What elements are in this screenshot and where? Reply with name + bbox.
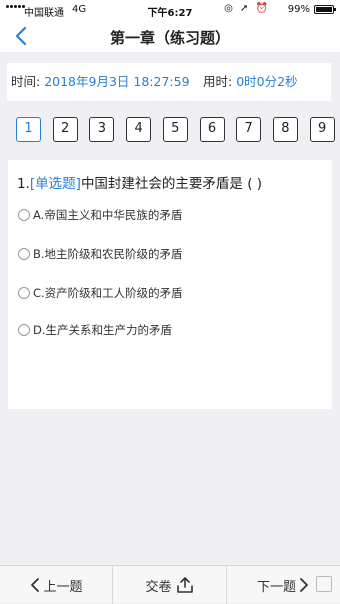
submit-label: 交卷 (145, 579, 172, 595)
question-number-button-3[interactable]: 3 (89, 117, 115, 142)
watermark (316, 576, 332, 592)
question-number-button-8[interactable]: 8 (272, 117, 298, 142)
question-card: 1.[单选题]中国封建社会的主要矛盾是 ( ) A.帝国主义和中华民族的矛盾 B… (8, 160, 332, 409)
used-time-value: 0时0分2秒 (236, 74, 298, 89)
option-label: C.资产阶级和工人阶级的矛盾 (33, 286, 183, 300)
system-icons: ◎ ➚ ⏰ (224, 3, 270, 14)
watermark-logo-icon (316, 576, 332, 592)
status-bar: 中国联通 4G 下午6:27 ◎ ➚ ⏰ 99% (0, 0, 340, 20)
question-number-button-1[interactable]: 1 (16, 117, 41, 142)
option-a[interactable]: A.帝国主义和中华民族的矛盾 (18, 207, 182, 223)
question-number-button-9[interactable]: 9 (309, 117, 335, 142)
timer-card: 时间: 2018年9月3日 18:27:59 用时: 0时0分2秒 (7, 63, 331, 101)
question-number-button-6[interactable]: 6 (199, 117, 225, 142)
radio-icon[interactable] (18, 324, 30, 336)
question-number-button-4[interactable]: 4 (126, 117, 152, 142)
prev-label: 上一题 (43, 579, 83, 595)
option-label: D.生产关系和生产力的矛盾 (33, 323, 173, 337)
time-value: 2018年9月3日 18:27:59 (44, 74, 190, 89)
time-label: 时间: (11, 74, 41, 89)
nav-bar: 第一章（练习题） (0, 20, 340, 52)
option-label: A.帝国主义和中华民族的矛盾 (33, 208, 183, 222)
option-d[interactable]: D.生产关系和生产力的矛盾 (18, 322, 172, 338)
option-b[interactable]: B.地主阶级和农民阶级的矛盾 (18, 246, 183, 262)
question-number-button-5[interactable]: 5 (162, 117, 188, 142)
prev-question-button[interactable]: 上一题 (0, 566, 112, 604)
question-number-button-7[interactable]: 7 (236, 117, 262, 142)
upload-icon (176, 577, 193, 593)
question-number-button-2[interactable]: 2 (52, 117, 78, 142)
radio-icon[interactable] (18, 287, 30, 299)
question-heading: 1.[单选题]中国封建社会的主要矛盾是 ( ) (17, 172, 262, 192)
question-text: 中国封建社会的主要矛盾是 ( ) (80, 176, 263, 192)
question-number-strip[interactable]: 123456789 (0, 110, 340, 154)
used-time-label: 用时: (203, 74, 233, 89)
submit-button[interactable]: 交卷 (113, 566, 226, 604)
radio-icon[interactable] (18, 209, 30, 221)
option-c[interactable]: C.资产阶级和工人阶级的矛盾 (18, 285, 183, 301)
next-label: 下一题 (256, 579, 296, 595)
question-number: 1. (17, 176, 30, 192)
battery-icon (314, 5, 336, 14)
chevron-left-icon (31, 578, 40, 592)
battery-percent: 99% (287, 4, 310, 15)
chevron-right-icon (300, 578, 308, 592)
question-type-tag: [单选题] (29, 176, 81, 192)
option-label: B.地主阶级和农民阶级的矛盾 (33, 247, 183, 261)
page-title: 第一章（练习题） (109, 29, 230, 47)
radio-icon[interactable] (18, 248, 30, 260)
bottom-bar: 上一题 交卷 下一题 (0, 565, 340, 604)
